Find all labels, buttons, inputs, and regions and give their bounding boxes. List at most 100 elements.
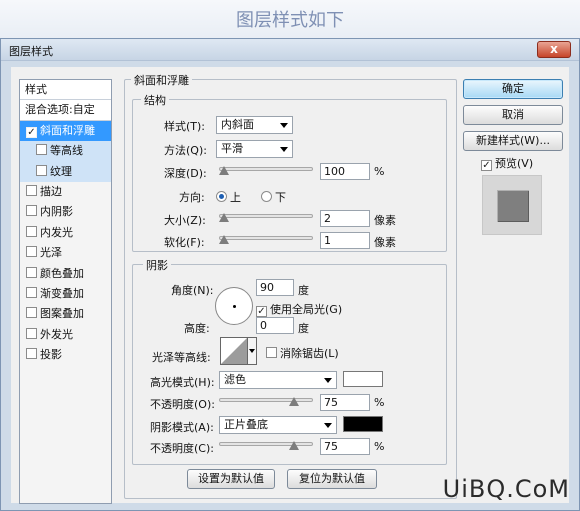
shadow-mode-select[interactable]: 正片叠底 [219, 416, 337, 434]
shadow-opacity-slider[interactable] [219, 438, 313, 452]
soften-slider[interactable] [219, 232, 313, 246]
highlight-mode-select[interactable]: 滤色 [219, 371, 337, 389]
soften-input[interactable]: 1 [320, 232, 370, 249]
checkbox-icon[interactable]: ✓ [26, 126, 37, 138]
altitude-input[interactable]: 0 [256, 317, 294, 334]
highlight-opacity-slider[interactable] [219, 394, 313, 408]
size-slider[interactable] [219, 210, 313, 224]
style-item-label: 投影 [40, 348, 62, 362]
radio-icon[interactable] [216, 191, 227, 202]
style-item-contour[interactable]: 等高线 [20, 141, 111, 162]
slider-thumb[interactable] [289, 441, 299, 450]
checkbox-icon[interactable] [26, 184, 37, 196]
angle-dial[interactable] [215, 287, 253, 325]
checkbox-icon[interactable] [26, 286, 37, 298]
method-select[interactable]: 平滑 [216, 140, 293, 158]
direction-label: 方向: [179, 191, 205, 204]
angle-input[interactable]: 90 [256, 279, 294, 296]
antialias-checkbox[interactable]: 消除锯齿(L) [266, 345, 339, 361]
preview-label: 预览(V) [495, 157, 534, 170]
style-item-inner-shadow[interactable]: 内阴影 [20, 202, 111, 222]
preview-checkbox[interactable]: ✓ 预览(V) [481, 155, 533, 171]
checkbox-icon[interactable] [26, 246, 37, 258]
chevron-down-icon [324, 378, 332, 383]
style-item-bevel-emboss[interactable]: ✓ 斜面和浮雕 [20, 120, 111, 142]
gloss-contour-dropdown[interactable] [248, 337, 257, 365]
blend-options-item[interactable]: 混合选项:自定 [20, 100, 111, 121]
depth-slider[interactable] [219, 163, 313, 177]
style-item-pattern-overlay[interactable]: 图案叠加 [20, 304, 111, 324]
style-item-gradient-overlay[interactable]: 渐变叠加 [20, 284, 111, 304]
style-item-satin[interactable]: 光泽 [20, 243, 111, 263]
style-item-label: 图案叠加 [40, 307, 84, 321]
slider-track [219, 236, 313, 240]
size-unit: 像素 [374, 214, 396, 227]
direction-up-radio[interactable]: 上 [216, 189, 241, 205]
close-button[interactable]: x [537, 41, 571, 58]
style-item-label: 纹理 [50, 164, 72, 178]
checkbox-icon[interactable] [26, 225, 37, 237]
set-default-button[interactable]: 设置为默认值 [187, 469, 275, 489]
style-item-label: 等高线 [50, 144, 83, 158]
soften-unit: 像素 [374, 236, 396, 249]
shadow-opacity-label: 不透明度(C): [150, 442, 214, 455]
global-light-label: 使用全局光(G) [270, 303, 343, 316]
checkbox-icon[interactable] [26, 307, 37, 319]
style-item-color-overlay[interactable]: 颜色叠加 [20, 264, 111, 284]
radio-icon[interactable] [261, 191, 272, 202]
angle-unit: 度 [298, 284, 309, 297]
style-item-label: 渐变叠加 [40, 286, 84, 300]
size-input[interactable]: 2 [320, 210, 370, 227]
structure-title: 结构 [141, 92, 169, 108]
checkbox-icon[interactable]: ✓ [481, 160, 492, 171]
style-select[interactable]: 内斜面 [216, 116, 293, 134]
ok-button[interactable]: 确定 [463, 79, 563, 99]
style-item-drop-shadow[interactable]: 投影 [20, 345, 111, 365]
checkbox-icon[interactable] [266, 347, 277, 358]
global-light-checkbox[interactable]: ✓ 使用全局光(G) [256, 301, 342, 317]
new-style-button[interactable]: 新建样式(W)... [463, 131, 563, 151]
preview-square [497, 190, 529, 222]
style-item-texture[interactable]: 纹理 [20, 161, 111, 182]
checkbox-icon[interactable] [26, 327, 37, 339]
highlight-color-swatch[interactable] [343, 371, 383, 387]
checkbox-icon[interactable] [26, 205, 37, 217]
depth-unit: % [374, 165, 385, 178]
cancel-button[interactable]: 取消 [463, 105, 563, 125]
shadow-opacity-input[interactable]: 75 [320, 438, 370, 455]
style-item-inner-glow[interactable]: 内发光 [20, 223, 111, 243]
style-item-label: 内阴影 [40, 205, 73, 219]
slider-thumb[interactable] [289, 397, 299, 406]
shading-title: 阴影 [143, 257, 171, 273]
slider-thumb[interactable] [219, 213, 229, 222]
shadow-mode-value: 正片叠底 [224, 418, 268, 431]
style-list-header: 样式 [20, 80, 111, 101]
checkbox-icon[interactable]: ✓ [256, 306, 267, 317]
checkbox-icon[interactable] [36, 164, 47, 176]
direction-down-label: 下 [275, 191, 286, 204]
watermark-logo: UiBQ.CoM [442, 475, 570, 503]
title-bar: 图层样式 x [1, 39, 579, 61]
gloss-contour-picker[interactable] [220, 337, 248, 365]
slider-track [219, 214, 313, 218]
checkbox-icon[interactable] [26, 348, 37, 360]
style-item-stroke[interactable]: 描边 [20, 182, 111, 202]
highlight-opacity-input[interactable]: 75 [320, 394, 370, 411]
slider-thumb[interactable] [219, 166, 229, 175]
style-select-value: 内斜面 [221, 118, 254, 131]
direction-down-radio[interactable]: 下 [261, 189, 286, 205]
direction-up-label: 上 [230, 191, 241, 204]
slider-thumb[interactable] [219, 235, 229, 244]
reset-default-button[interactable]: 复位为默认值 [287, 469, 377, 489]
style-label: 样式(T): [164, 120, 206, 133]
gloss-contour-label: 光泽等高线: [152, 351, 211, 364]
checkbox-icon[interactable] [26, 266, 37, 278]
highlight-mode-label: 高光模式(H): [150, 376, 215, 389]
highlight-opacity-unit: % [374, 396, 385, 409]
shadow-opacity-unit: % [374, 440, 385, 453]
style-item-label: 外发光 [40, 327, 73, 341]
shadow-color-swatch[interactable] [343, 416, 383, 432]
style-item-outer-glow[interactable]: 外发光 [20, 325, 111, 345]
depth-input[interactable]: 100 [320, 163, 370, 180]
checkbox-icon[interactable] [36, 144, 47, 156]
